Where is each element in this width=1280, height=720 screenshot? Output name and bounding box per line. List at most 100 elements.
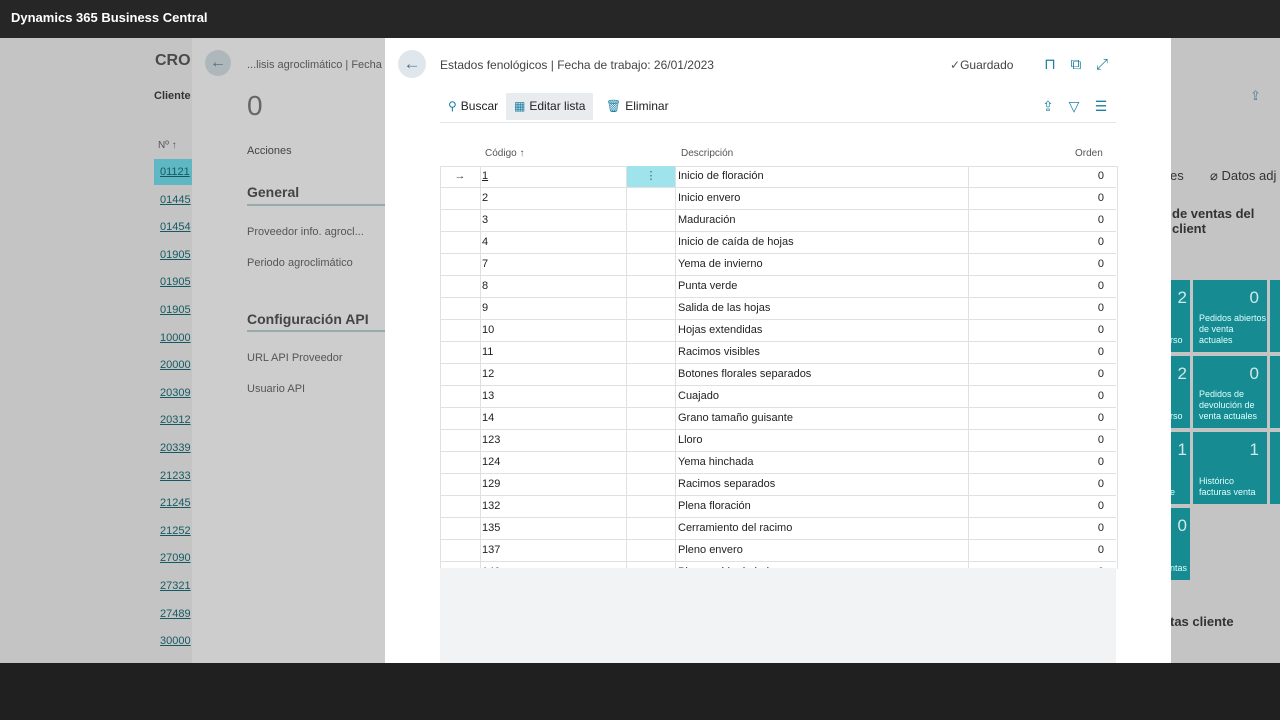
description-cell[interactable]: Racimos separados <box>678 474 969 495</box>
bg-tile[interactable] <box>1270 356 1280 428</box>
table-row[interactable]: 3 Maduración 0 <box>440 210 1116 232</box>
table-row[interactable]: 129 Racimos separados 0 <box>440 474 1116 496</box>
row-arrow-icon[interactable]: → <box>440 166 481 187</box>
code-cell[interactable]: 14 <box>482 408 627 429</box>
row-actions-cell[interactable] <box>627 540 676 561</box>
bg-tile[interactable]: 0 Pedidos de devolución de venta actuales <box>1193 356 1267 428</box>
order-cell[interactable]: 0 <box>970 430 1104 451</box>
table-row[interactable]: 10 Hojas extendidas 0 <box>440 320 1116 342</box>
delete-button[interactable]: 🗑 Eliminar <box>598 93 677 120</box>
bg-tab-clientes[interactable]: Cliente <box>154 90 191 102</box>
bg-right-tab-2[interactable]: ⌀ Datos adj <box>1210 168 1276 184</box>
bg-tile[interactable]: 2 rso <box>1170 280 1190 352</box>
description-cell[interactable]: Salida de las hojas <box>678 298 969 319</box>
row-selector[interactable] <box>440 408 481 429</box>
table-row[interactable]: 123 Lloro 0 <box>440 430 1116 452</box>
description-cell[interactable]: Maduración <box>678 210 969 231</box>
bg-tile[interactable] <box>1270 280 1280 352</box>
description-cell[interactable]: Botones florales separados <box>678 364 969 385</box>
order-cell[interactable]: 0 <box>970 452 1104 473</box>
row-actions-cell[interactable] <box>627 254 676 275</box>
row-selector[interactable] <box>440 474 481 495</box>
app-title[interactable]: Dynamics 365 Business Central <box>11 10 208 25</box>
description-cell[interactable]: Pleno envero <box>678 540 969 561</box>
order-cell[interactable]: 0 <box>970 474 1104 495</box>
code-cell[interactable]: 124 <box>482 452 627 473</box>
order-cell[interactable]: 0 <box>970 540 1104 561</box>
table-row[interactable]: 124 Yema hinchada 0 <box>440 452 1116 474</box>
code-cell[interactable]: 12 <box>482 364 627 385</box>
row-selector[interactable] <box>440 430 481 451</box>
description-cell[interactable]: Punta verde <box>678 276 969 297</box>
column-header-order[interactable]: Orden <box>1075 148 1103 159</box>
row-actions-cell[interactable] <box>627 518 676 539</box>
bg-tile[interactable]: 0 Pedidos abiertos de venta actuales <box>1193 280 1267 352</box>
share-icon[interactable]: ⇪ <box>1038 96 1058 116</box>
row-actions-cell[interactable] <box>627 320 676 341</box>
order-cell[interactable]: 0 <box>970 232 1104 253</box>
code-cell[interactable]: 132 <box>482 496 627 517</box>
code-cell[interactable]: 9 <box>482 298 627 319</box>
code-cell[interactable]: 2 <box>482 188 627 209</box>
row-actions-icon[interactable]: ⋮ <box>627 166 676 187</box>
bg-right-tab-1[interactable]: es <box>1170 168 1184 183</box>
code-cell[interactable]: 129 <box>482 474 627 495</box>
code-cell[interactable]: 7 <box>482 254 627 275</box>
filter-icon[interactable]: ▽ <box>1064 96 1084 116</box>
code-cell[interactable]: 13 <box>482 386 627 407</box>
share-icon[interactable]: ⇪ <box>1250 88 1261 104</box>
table-row[interactable]: 11 Racimos visibles 0 <box>440 342 1116 364</box>
list-view-icon[interactable]: ☰ <box>1091 96 1111 116</box>
table-row[interactable]: 9 Salida de las hojas 0 <box>440 298 1116 320</box>
general-heading[interactable]: General <box>247 184 299 200</box>
back-arrow-icon[interactable]: ← <box>205 50 231 76</box>
row-selector[interactable] <box>440 188 481 209</box>
code-cell[interactable]: 11 <box>482 342 627 363</box>
order-cell[interactable]: 0 <box>970 320 1104 341</box>
description-cell[interactable]: Hojas extendidas <box>678 320 969 341</box>
row-selector[interactable] <box>440 276 481 297</box>
row-selector[interactable] <box>440 540 481 561</box>
description-cell[interactable]: Yema hinchada <box>678 452 969 473</box>
bookmark-icon[interactable]: ⊓ <box>1040 55 1060 75</box>
code-cell[interactable]: 3 <box>482 210 627 231</box>
table-row[interactable]: 4 Inicio de caída de hojas 0 <box>440 232 1116 254</box>
order-cell[interactable]: 0 <box>970 496 1104 517</box>
order-cell[interactable]: 0 <box>970 518 1104 539</box>
table-row[interactable]: 7 Yema de invierno 0 <box>440 254 1116 276</box>
description-cell[interactable]: Lloro <box>678 430 969 451</box>
row-actions-cell[interactable] <box>627 452 676 473</box>
order-cell[interactable]: 0 <box>970 188 1104 209</box>
column-header-code[interactable]: Código ↑ <box>485 148 524 159</box>
description-cell[interactable]: Racimos visibles <box>678 342 969 363</box>
back-arrow-icon[interactable]: ← <box>398 50 426 78</box>
expand-icon[interactable]: ⤢ <box>1092 55 1112 75</box>
row-selector[interactable] <box>440 210 481 231</box>
row-selector[interactable] <box>440 452 481 473</box>
search-button[interactable]: ⚲ Buscar <box>440 93 506 120</box>
description-cell[interactable]: Inicio envero <box>678 188 969 209</box>
code-cell[interactable]: 123 <box>482 430 627 451</box>
acciones-menu[interactable]: Acciones <box>247 145 292 157</box>
order-cell[interactable]: 0 <box>970 408 1104 429</box>
row-actions-cell[interactable] <box>627 430 676 451</box>
row-selector[interactable] <box>440 496 481 517</box>
row-actions-cell[interactable] <box>627 408 676 429</box>
bg-column-header[interactable]: Nº ↑ <box>158 140 177 151</box>
bg-tile[interactable]: 1e <box>1170 432 1190 504</box>
code-cell[interactable]: 135 <box>482 518 627 539</box>
table-row[interactable]: 14 Grano tamaño guisante 0 <box>440 408 1116 430</box>
bg-tile[interactable]: 2 rso <box>1170 356 1190 428</box>
bg-tile[interactable]: 1 Histórico facturas venta <box>1193 432 1267 504</box>
row-actions-cell[interactable] <box>627 232 676 253</box>
description-cell[interactable]: Cuajado <box>678 386 969 407</box>
row-selector[interactable] <box>440 364 481 385</box>
description-cell[interactable]: Inicio de floración <box>678 166 969 187</box>
description-cell[interactable]: Yema de invierno <box>678 254 969 275</box>
table-row[interactable]: 8 Punta verde 0 <box>440 276 1116 298</box>
row-actions-cell[interactable] <box>627 474 676 495</box>
bg-tile[interactable] <box>1270 432 1280 504</box>
table-row[interactable]: 2 Inicio envero 0 <box>440 188 1116 210</box>
row-selector[interactable] <box>440 320 481 341</box>
row-actions-cell[interactable] <box>627 386 676 407</box>
